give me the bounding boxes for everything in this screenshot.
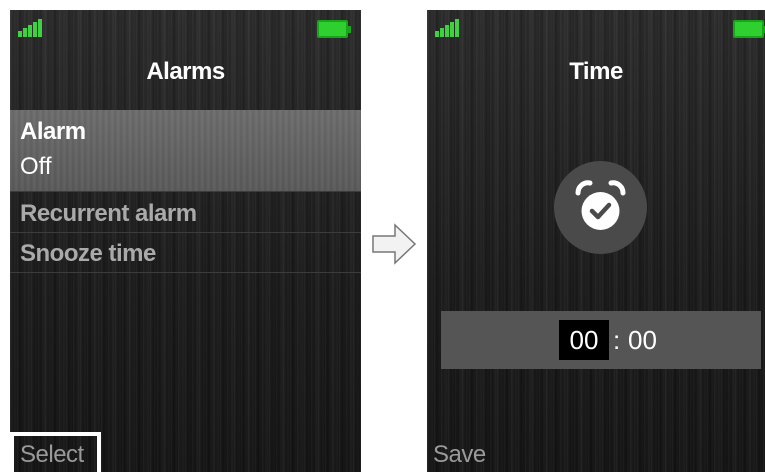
minutes-field[interactable]: 00 <box>628 320 657 360</box>
battery-icon <box>317 20 351 38</box>
menu-item-snooze-time[interactable]: Snooze time <box>10 233 361 273</box>
signal-icon <box>435 19 459 37</box>
menu-item-label: Snooze time <box>20 240 156 267</box>
select-softkey[interactable]: Select <box>10 432 101 472</box>
alarms-screen: Alarms Alarm Off Recurrent alarm Snooze … <box>10 10 361 472</box>
hours-field[interactable]: 00 <box>559 320 609 360</box>
menu-item-alarm[interactable]: Alarm Off <box>10 110 361 192</box>
signal-icon <box>18 19 42 37</box>
menu-item-recurrent-alarm[interactable]: Recurrent alarm <box>10 193 361 233</box>
battery-icon <box>733 20 765 38</box>
menu-item-value: Off <box>20 153 52 180</box>
time-separator: : <box>613 325 621 355</box>
menu-item-label: Alarm <box>20 118 86 145</box>
save-softkey[interactable]: Save <box>433 441 486 469</box>
page-title: Time <box>569 58 623 85</box>
alarm-clock-check-icon <box>554 161 647 254</box>
menu-item-label: Recurrent alarm <box>20 200 197 227</box>
page-title: Alarms <box>146 58 225 85</box>
right-arrow-icon <box>372 223 417 265</box>
time-screen: Time 00 : 00 Save <box>427 10 765 472</box>
time-input[interactable]: 00 : 00 <box>441 311 761 369</box>
